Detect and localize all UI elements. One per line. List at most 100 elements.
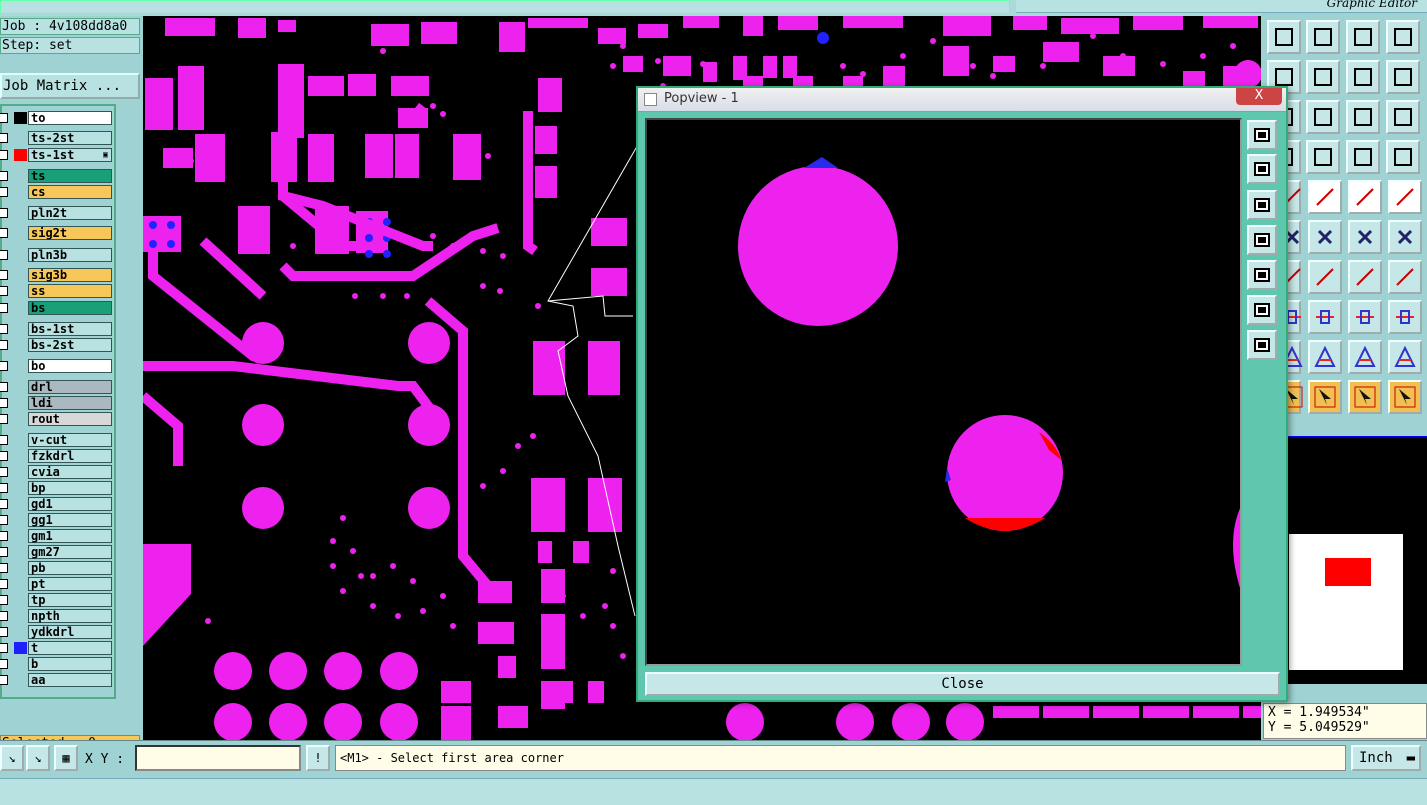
layer-checkbox[interactable] xyxy=(0,361,8,371)
layer-checkbox[interactable] xyxy=(0,133,8,143)
layer-row[interactable]: ldi xyxy=(0,396,115,410)
layer-row[interactable]: pln3b xyxy=(0,248,115,262)
layer-name[interactable]: b xyxy=(28,657,112,671)
layer-checkbox[interactable] xyxy=(0,228,8,238)
layer-name[interactable]: pln3b xyxy=(28,248,112,262)
layer-row[interactable]: drl xyxy=(0,380,115,394)
layer-checkbox[interactable] xyxy=(0,324,8,334)
sel-a-button[interactable] xyxy=(1308,380,1342,414)
layer-checkbox[interactable] xyxy=(0,435,8,445)
layer-checkbox[interactable] xyxy=(0,595,8,605)
dot-button[interactable] xyxy=(1388,180,1422,214)
sel-c-button[interactable] xyxy=(1388,380,1422,414)
layer-checkbox[interactable] xyxy=(0,579,8,589)
layer-row[interactable]: tp xyxy=(0,593,115,607)
layer-checkbox[interactable] xyxy=(0,627,8,637)
text-f-button[interactable] xyxy=(1388,260,1422,294)
line-red-button[interactable] xyxy=(1308,260,1342,294)
layer-row[interactable]: ydkdrl xyxy=(0,625,115,639)
center-button[interactable] xyxy=(1247,330,1277,360)
layer-row[interactable]: ts xyxy=(0,169,115,183)
unit-selector[interactable]: Inch ▬ xyxy=(1351,745,1421,771)
pan-button[interactable] xyxy=(1306,100,1340,134)
layer-name[interactable]: pln2t xyxy=(28,206,112,220)
layer-checkbox[interactable] xyxy=(0,286,8,296)
layer-name[interactable]: gm1 xyxy=(28,529,112,543)
layer-row[interactable]: cs xyxy=(0,185,115,199)
layer-row[interactable]: v-cut xyxy=(0,433,115,447)
zoom-in-button[interactable] xyxy=(1247,154,1277,184)
layer-name[interactable]: tp xyxy=(28,593,112,607)
layer-checkbox[interactable] xyxy=(0,113,8,123)
layer-checkbox[interactable] xyxy=(0,414,8,424)
layer-name[interactable]: rout xyxy=(28,412,112,426)
line-pt2-button[interactable] xyxy=(1388,220,1422,254)
cross-button[interactable] xyxy=(1308,220,1342,254)
layer-name[interactable]: pt xyxy=(28,577,112,591)
zoom-out-button[interactable] xyxy=(1247,190,1277,220)
layer-row[interactable]: ss xyxy=(0,284,115,298)
layer-row[interactable]: gg1 xyxy=(0,513,115,527)
dash-button[interactable] xyxy=(1308,300,1342,334)
select-mode-button[interactable]: ↘ xyxy=(0,745,24,771)
layer-name[interactable]: bs xyxy=(28,301,112,315)
layer-checkbox[interactable] xyxy=(0,270,8,280)
layer-checkbox[interactable] xyxy=(0,451,8,461)
layer-checkbox[interactable] xyxy=(0,398,8,408)
sel-b-button[interactable] xyxy=(1348,380,1382,414)
layer-name[interactable]: npth xyxy=(28,609,112,623)
pan-left-button[interactable] xyxy=(1247,225,1277,255)
layer-a-button[interactable] xyxy=(1346,140,1380,174)
layer-row[interactable]: pt xyxy=(0,577,115,591)
tri-c-button[interactable] xyxy=(1388,340,1422,374)
grid-button[interactable] xyxy=(1306,140,1340,174)
shape-button[interactable] xyxy=(1388,300,1422,334)
help-button[interactable] xyxy=(1386,100,1420,134)
xy-input[interactable] xyxy=(135,745,301,771)
pan-right-button[interactable] xyxy=(1247,260,1277,290)
layer-row[interactable]: ts-1st ▣ xyxy=(0,148,115,162)
align-button[interactable] xyxy=(1348,300,1382,334)
zoom-fit-button[interactable] xyxy=(1247,295,1277,325)
layer-checkbox[interactable] xyxy=(0,611,8,621)
layer-checkbox[interactable] xyxy=(0,250,8,260)
layer-row[interactable]: gm27 xyxy=(0,545,115,559)
layer-row[interactable]: pb xyxy=(0,561,115,575)
layer-checkbox[interactable] xyxy=(0,499,8,509)
top-view-button[interactable] xyxy=(1267,20,1301,54)
layer-row[interactable]: gd1 xyxy=(0,497,115,511)
overview-map[interactable] xyxy=(1288,533,1404,671)
edge-button[interactable] xyxy=(1308,180,1342,214)
layer-checkbox[interactable] xyxy=(0,563,8,573)
layer-checkbox[interactable] xyxy=(0,208,8,218)
layer-checkbox[interactable] xyxy=(0,382,8,392)
layer-name[interactable]: pb xyxy=(28,561,112,575)
layer-row[interactable]: bs-2st xyxy=(0,338,115,352)
layer-name[interactable]: ldi xyxy=(28,396,112,410)
layer-row[interactable]: pln2t xyxy=(0,206,115,220)
layer-name[interactable]: sig3b xyxy=(28,268,112,282)
layer-checkbox[interactable] xyxy=(0,150,8,160)
layer-b-button[interactable] xyxy=(1386,140,1420,174)
layer-checkbox[interactable] xyxy=(0,547,8,557)
layer-name[interactable]: bs-2st xyxy=(28,338,112,352)
home-button[interactable] xyxy=(1346,20,1380,54)
rotate-button[interactable] xyxy=(1346,60,1380,94)
layer-row[interactable]: fzkdrl xyxy=(0,449,115,463)
layer-checkbox[interactable] xyxy=(0,171,8,181)
close-button[interactable]: Close xyxy=(645,672,1280,696)
layer-row[interactable]: to xyxy=(0,111,115,125)
layer-row[interactable]: ts-2st xyxy=(0,131,115,145)
layer-name[interactable]: drl xyxy=(28,380,112,394)
layer-name[interactable]: ss xyxy=(28,284,112,298)
layer-name[interactable]: cs xyxy=(28,185,112,199)
layer-name[interactable]: sig2t xyxy=(28,226,112,240)
popview-titlebar[interactable]: Popview - 1 X xyxy=(638,88,1286,112)
layer-row[interactable]: bs-1st xyxy=(0,322,115,336)
layer-checkbox[interactable] xyxy=(0,659,8,669)
layer-checkbox[interactable] xyxy=(0,467,8,477)
tri-a-button[interactable] xyxy=(1308,340,1342,374)
layer-row[interactable]: t xyxy=(0,641,115,655)
layer-name[interactable]: v-cut xyxy=(28,433,112,447)
warning-button[interactable]: ! xyxy=(306,745,330,771)
